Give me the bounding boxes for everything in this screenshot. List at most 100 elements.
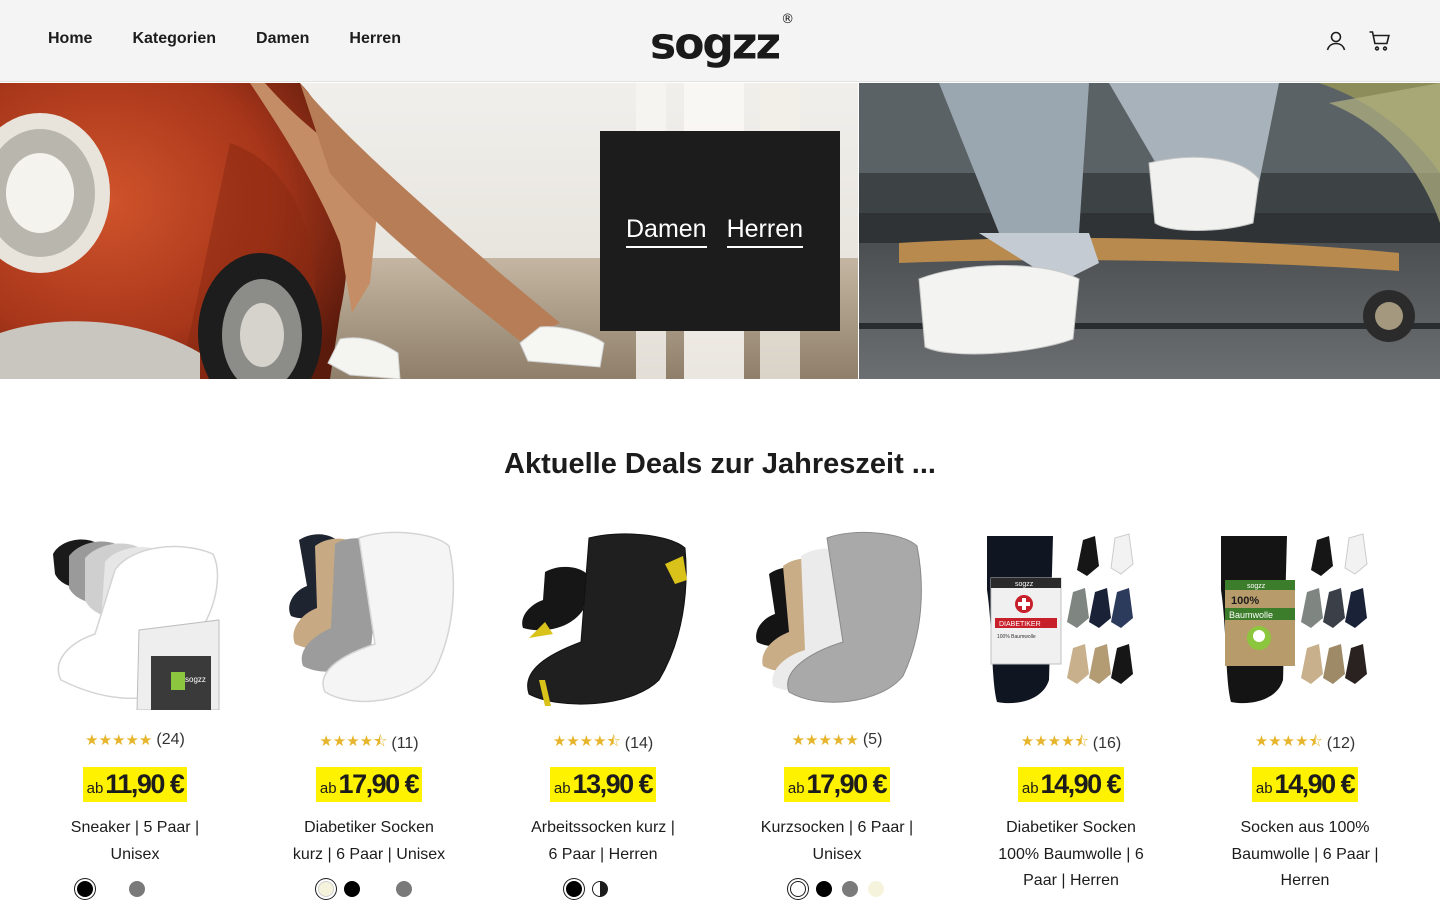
product-card[interactable]: sogzz ★★★★★ (24) ab 11,90 € Sneaker | 5 … xyxy=(18,530,252,900)
swatch-black[interactable] xyxy=(566,881,582,897)
svg-text:sogzz: sogzz xyxy=(1015,581,1034,588)
svg-text:100%: 100% xyxy=(1231,595,1259,607)
registered-mark: ® xyxy=(781,12,795,27)
site-header: Home Kategorien Damen Herren sogzz ® xyxy=(0,0,1440,82)
review-count: (24) xyxy=(156,731,185,748)
price-highlight: ab 17,90 € xyxy=(315,767,423,802)
product-card[interactable]: ★★★★★ (5) ab 17,90 € Kurzsocken | 6 Paar… xyxy=(720,530,954,900)
rating-stars: ★★★★⯪ xyxy=(1020,733,1089,750)
swatch-black[interactable] xyxy=(816,881,832,897)
product-price: ab 14,90 € xyxy=(1188,767,1422,802)
swatch-grey[interactable] xyxy=(396,881,412,897)
swatch-cream[interactable] xyxy=(318,881,334,897)
swatch-white[interactable] xyxy=(790,881,806,897)
section-title: Aktuelle Deals zur Jahreszeit ... xyxy=(504,448,936,480)
product-image[interactable] xyxy=(285,530,457,710)
svg-text:100% Baumwolle: 100% Baumwolle xyxy=(997,634,1036,640)
color-swatches xyxy=(470,881,704,897)
review-count: (16) xyxy=(1092,734,1122,752)
account-icon[interactable] xyxy=(1324,29,1348,53)
rating-stars: ★★★★★ xyxy=(85,732,153,749)
nav-home[interactable]: Home xyxy=(48,30,92,48)
nav-damen[interactable]: Damen xyxy=(256,30,309,48)
review-count: (14) xyxy=(624,734,654,752)
price-prefix: ab xyxy=(319,780,337,797)
swatch-cream[interactable] xyxy=(868,881,884,897)
hero-image-men[interactable] xyxy=(859,83,1440,379)
price-prefix: ab xyxy=(553,780,571,797)
price-value: 17,90 € xyxy=(338,769,420,799)
price-prefix: ab xyxy=(86,780,104,797)
swatch-grey[interactable] xyxy=(129,881,145,897)
color-swatches xyxy=(248,881,482,897)
nav-herren[interactable]: Herren xyxy=(349,30,401,48)
swatch-black[interactable] xyxy=(77,881,93,897)
review-count: (12) xyxy=(1326,734,1356,752)
product-name[interactable]: Kurzsocken | 6 Paar | Unisex xyxy=(760,815,914,868)
product-rating: ★★★★⯪ (11) xyxy=(252,731,486,756)
swatch-grey[interactable] xyxy=(842,881,858,897)
product-rating: ★★★★⯪ (12) xyxy=(1188,731,1422,756)
product-name[interactable]: Socken aus 100% Baumwolle | 6 Paar | Her… xyxy=(1228,815,1382,895)
main-nav: Home Kategorien Damen Herren xyxy=(48,30,401,48)
nav-kategorien[interactable]: Kategorien xyxy=(132,30,216,48)
product-image[interactable]: sogzz xyxy=(51,530,223,711)
price-value: 17,90 € xyxy=(806,769,888,799)
product-name[interactable]: Diabetiker Socken kurz | 6 Paar | Unisex xyxy=(292,815,446,868)
price-highlight: ab 17,90 € xyxy=(783,767,891,802)
hero-link-herren[interactable]: Herren xyxy=(726,215,804,248)
review-count: (5) xyxy=(862,731,883,748)
logo-text: sogzz xyxy=(650,18,781,70)
product-price: ab 13,90 € xyxy=(486,767,720,802)
hero-banner: Damen Herren xyxy=(0,83,1440,379)
price-prefix: ab xyxy=(1255,780,1273,797)
rating-stars: ★★★★⯪ xyxy=(1254,733,1323,750)
hero-links: Damen Herren xyxy=(626,215,804,248)
hero-category-box: Damen Herren xyxy=(600,131,840,331)
svg-text:DIABETIKER: DIABETIKER xyxy=(999,621,1041,628)
price-value: 11,90 € xyxy=(105,769,185,799)
rating-stars: ★★★★⯪ xyxy=(319,733,388,750)
svg-text:sogzz: sogzz xyxy=(1247,583,1266,590)
product-rating: ★★★★⯪ (16) xyxy=(954,731,1188,756)
product-image[interactable]: sogzz DIABETIKER 100% Baumwolle xyxy=(987,530,1159,710)
svg-text:Baumwolle: Baumwolle xyxy=(1229,610,1273,620)
price-highlight: ab 14,90 € xyxy=(1251,767,1359,802)
product-name[interactable]: Diabetiker Socken 100% Baumwolle | 6 Paa… xyxy=(994,815,1148,895)
cart-icon[interactable] xyxy=(1368,29,1392,53)
product-price: ab 17,90 € xyxy=(720,767,954,802)
product-price: ab 11,90 € xyxy=(18,767,252,802)
brand-logo[interactable]: sogzz ® xyxy=(650,12,795,71)
price-value: 14,90 € xyxy=(1274,769,1356,799)
product-price: ab 17,90 € xyxy=(252,767,486,802)
product-rating: ★★★★★ (5) xyxy=(720,731,954,749)
product-rating: ★★★★★ (24) xyxy=(18,731,252,749)
product-image[interactable]: sogzz 100% Baumwolle xyxy=(1221,530,1393,710)
header-actions xyxy=(1324,29,1392,53)
product-rating: ★★★★⯪ (14) xyxy=(486,731,720,756)
price-prefix: ab xyxy=(1021,780,1039,797)
rating-stars: ★★★★⯪ xyxy=(552,733,621,750)
product-card[interactable]: ★★★★⯪ (11) ab 17,90 € Diabetiker Socken … xyxy=(252,530,486,900)
product-card[interactable]: sogzz 100% Baumwolle ★★★★⯪ (12) ab 14,90… xyxy=(1188,530,1422,900)
product-card[interactable]: sogzz DIABETIKER 100% Baumwolle ★★★★⯪ (1… xyxy=(954,530,1188,900)
swatch-black[interactable] xyxy=(344,881,360,897)
product-image[interactable] xyxy=(753,530,925,710)
review-count: (11) xyxy=(391,734,419,752)
swatch-black-white[interactable] xyxy=(592,881,608,897)
product-grid: sogzz ★★★★★ (24) ab 11,90 € Sneaker | 5 … xyxy=(18,530,1422,900)
color-swatches xyxy=(720,881,954,897)
hero-link-damen[interactable]: Damen xyxy=(626,215,707,248)
product-price: ab 14,90 € xyxy=(954,767,1188,802)
color-swatches xyxy=(0,881,228,897)
price-value: 14,90 € xyxy=(1040,769,1122,799)
product-card[interactable]: ★★★★⯪ (14) ab 13,90 € Arbeitssocken kurz… xyxy=(486,530,720,900)
product-name[interactable]: Arbeitssocken kurz | 6 Paar | Herren xyxy=(526,815,680,868)
product-image[interactable] xyxy=(519,530,691,710)
product-name[interactable]: Sneaker | 5 Paar | Unisex xyxy=(58,815,212,868)
svg-text:sogzz: sogzz xyxy=(185,675,206,684)
price-prefix: ab xyxy=(787,780,805,797)
price-value: 13,90 € xyxy=(572,769,654,799)
rating-stars: ★★★★★ xyxy=(791,732,859,749)
price-highlight: ab 11,90 € xyxy=(82,767,188,802)
